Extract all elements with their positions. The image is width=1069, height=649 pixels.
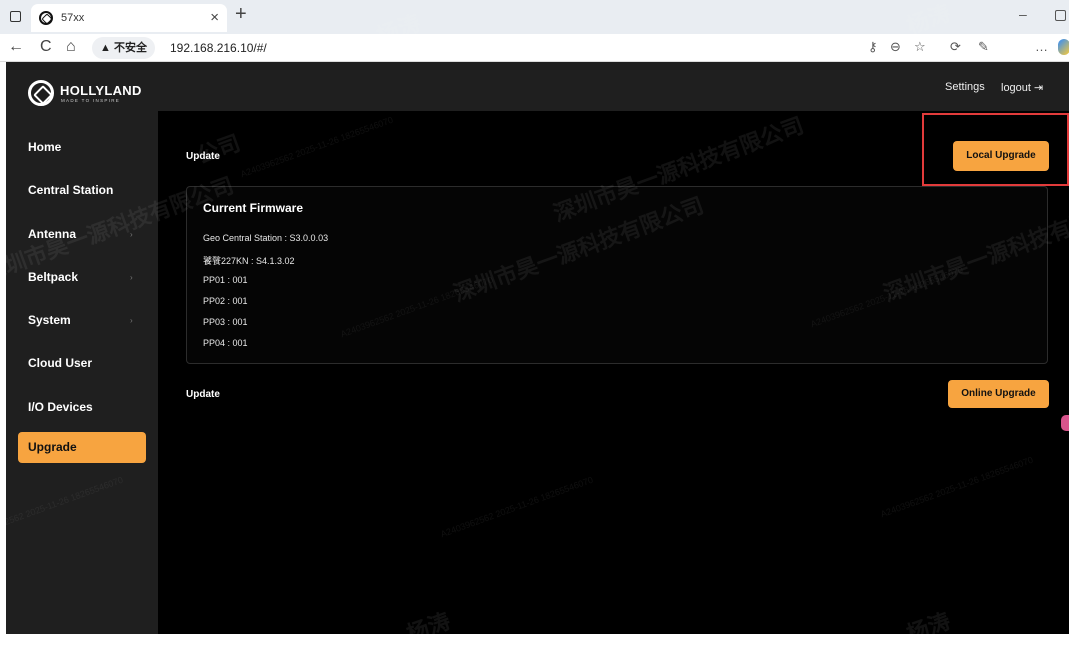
sidebar-item-io-devices[interactable]: I/O Devices bbox=[28, 400, 93, 414]
tab-close-icon[interactable]: × bbox=[210, 9, 219, 26]
floating-assistant-icon[interactable] bbox=[1061, 415, 1069, 431]
minimize-icon[interactable]: – bbox=[1019, 6, 1027, 22]
new-tab-icon[interactable]: + bbox=[235, 3, 247, 26]
favorites-list-icon[interactable]: ✎ bbox=[978, 39, 989, 55]
online-upgrade-button[interactable]: Online Upgrade bbox=[948, 380, 1049, 408]
hollyland-logo: HOLLYLAND MADE TO INSPIRE bbox=[28, 80, 148, 108]
firmware-title: Current Firmware bbox=[203, 201, 304, 215]
browser-tab-bar: 57xx × + – bbox=[0, 0, 1069, 34]
watermark-name: 杨涛 bbox=[403, 608, 454, 647]
current-firmware-card: Current Firmware Geo Central Station : S… bbox=[186, 186, 1048, 364]
firmware-line: 饕餮227KN : S4.1.3.02 bbox=[203, 256, 295, 266]
tab-title: 57xx bbox=[61, 12, 85, 24]
watermark-code: A2403962562 2025-11-26 18265546070 bbox=[439, 474, 595, 540]
app-root: HOLLYLAND MADE TO INSPIRE Home Central S… bbox=[0, 0, 1069, 647]
sidebar-item-label: Upgrade bbox=[28, 440, 77, 454]
sidebar-item-home[interactable]: Home bbox=[28, 140, 61, 154]
top-bar: Settings logout ⇥ bbox=[158, 62, 1069, 111]
home-icon[interactable]: ⌂ bbox=[66, 38, 76, 56]
firmware-line: PP02 : 001 bbox=[203, 296, 248, 306]
watermark-code: A2403962562 2025-11-26 18265546070 bbox=[879, 454, 1035, 520]
logout-link[interactable]: logout ⇥ bbox=[1001, 81, 1043, 94]
insecure-badge[interactable]: ▲ 不安全 bbox=[92, 37, 155, 59]
extensions-icon[interactable]: ⟳ bbox=[950, 39, 961, 55]
online-update-label: Update bbox=[186, 389, 220, 400]
copilot-icon[interactable] bbox=[1058, 39, 1069, 55]
firmware-line: Geo Central Station : S3.0.0.03 bbox=[203, 233, 329, 243]
key-icon[interactable]: ⚷ bbox=[868, 39, 878, 55]
logo-tagline: MADE TO INSPIRE bbox=[61, 98, 121, 103]
sidebar-item-central-station[interactable]: Central Station bbox=[28, 183, 113, 197]
local-update-label: Update bbox=[186, 151, 220, 162]
sidebar-item-upgrade[interactable]: Upgrade bbox=[18, 432, 146, 463]
watermark-name: 杨涛 bbox=[903, 608, 954, 647]
sidebar-item-beltpack[interactable]: Beltpack bbox=[28, 270, 78, 284]
chevron-right-icon: › bbox=[130, 273, 133, 282]
logo-text: HOLLYLAND bbox=[60, 83, 142, 98]
hollyland-favicon-icon bbox=[39, 11, 53, 25]
more-icon[interactable]: … bbox=[1035, 39, 1048, 54]
browser-tab[interactable]: 57xx × bbox=[31, 4, 227, 32]
reload-icon[interactable]: C bbox=[40, 38, 52, 56]
settings-link[interactable]: Settings bbox=[945, 81, 985, 93]
sidebar: HOLLYLAND MADE TO INSPIRE Home Central S… bbox=[6, 62, 158, 634]
sidebar-item-antenna[interactable]: Antenna bbox=[28, 227, 76, 241]
firmware-line: PP01 : 001 bbox=[203, 275, 248, 285]
sidebar-item-system[interactable]: System bbox=[28, 313, 71, 327]
address-bar: ← C ⌂ ▲ 不安全 192.168.216.10/#/ ⚷ ⊖ ☆ ⟳ ✎ … bbox=[0, 34, 1069, 90]
local-upgrade-button[interactable]: Local Upgrade bbox=[953, 141, 1049, 171]
firmware-line: PP04 : 001 bbox=[203, 338, 248, 348]
favorite-star-icon[interactable]: ☆ bbox=[914, 39, 926, 55]
restore-window-icon[interactable] bbox=[1055, 10, 1066, 21]
watermark-code: A2403962562 2025-11-26 18265546070 bbox=[239, 114, 395, 180]
hollyland-logo-icon bbox=[28, 80, 54, 106]
chevron-right-icon: › bbox=[130, 230, 133, 239]
watermark-company-short: 公司 bbox=[193, 130, 244, 169]
zoom-icon[interactable]: ⊖ bbox=[890, 39, 901, 55]
firmware-line: PP03 : 001 bbox=[203, 317, 248, 327]
back-icon[interactable]: ← bbox=[8, 38, 24, 56]
sidebar-item-cloud-user[interactable]: Cloud User bbox=[28, 356, 92, 370]
tab-actions-icon[interactable] bbox=[10, 11, 21, 22]
url-text[interactable]: 192.168.216.10/#/ bbox=[170, 41, 267, 55]
chevron-right-icon: › bbox=[130, 316, 133, 325]
